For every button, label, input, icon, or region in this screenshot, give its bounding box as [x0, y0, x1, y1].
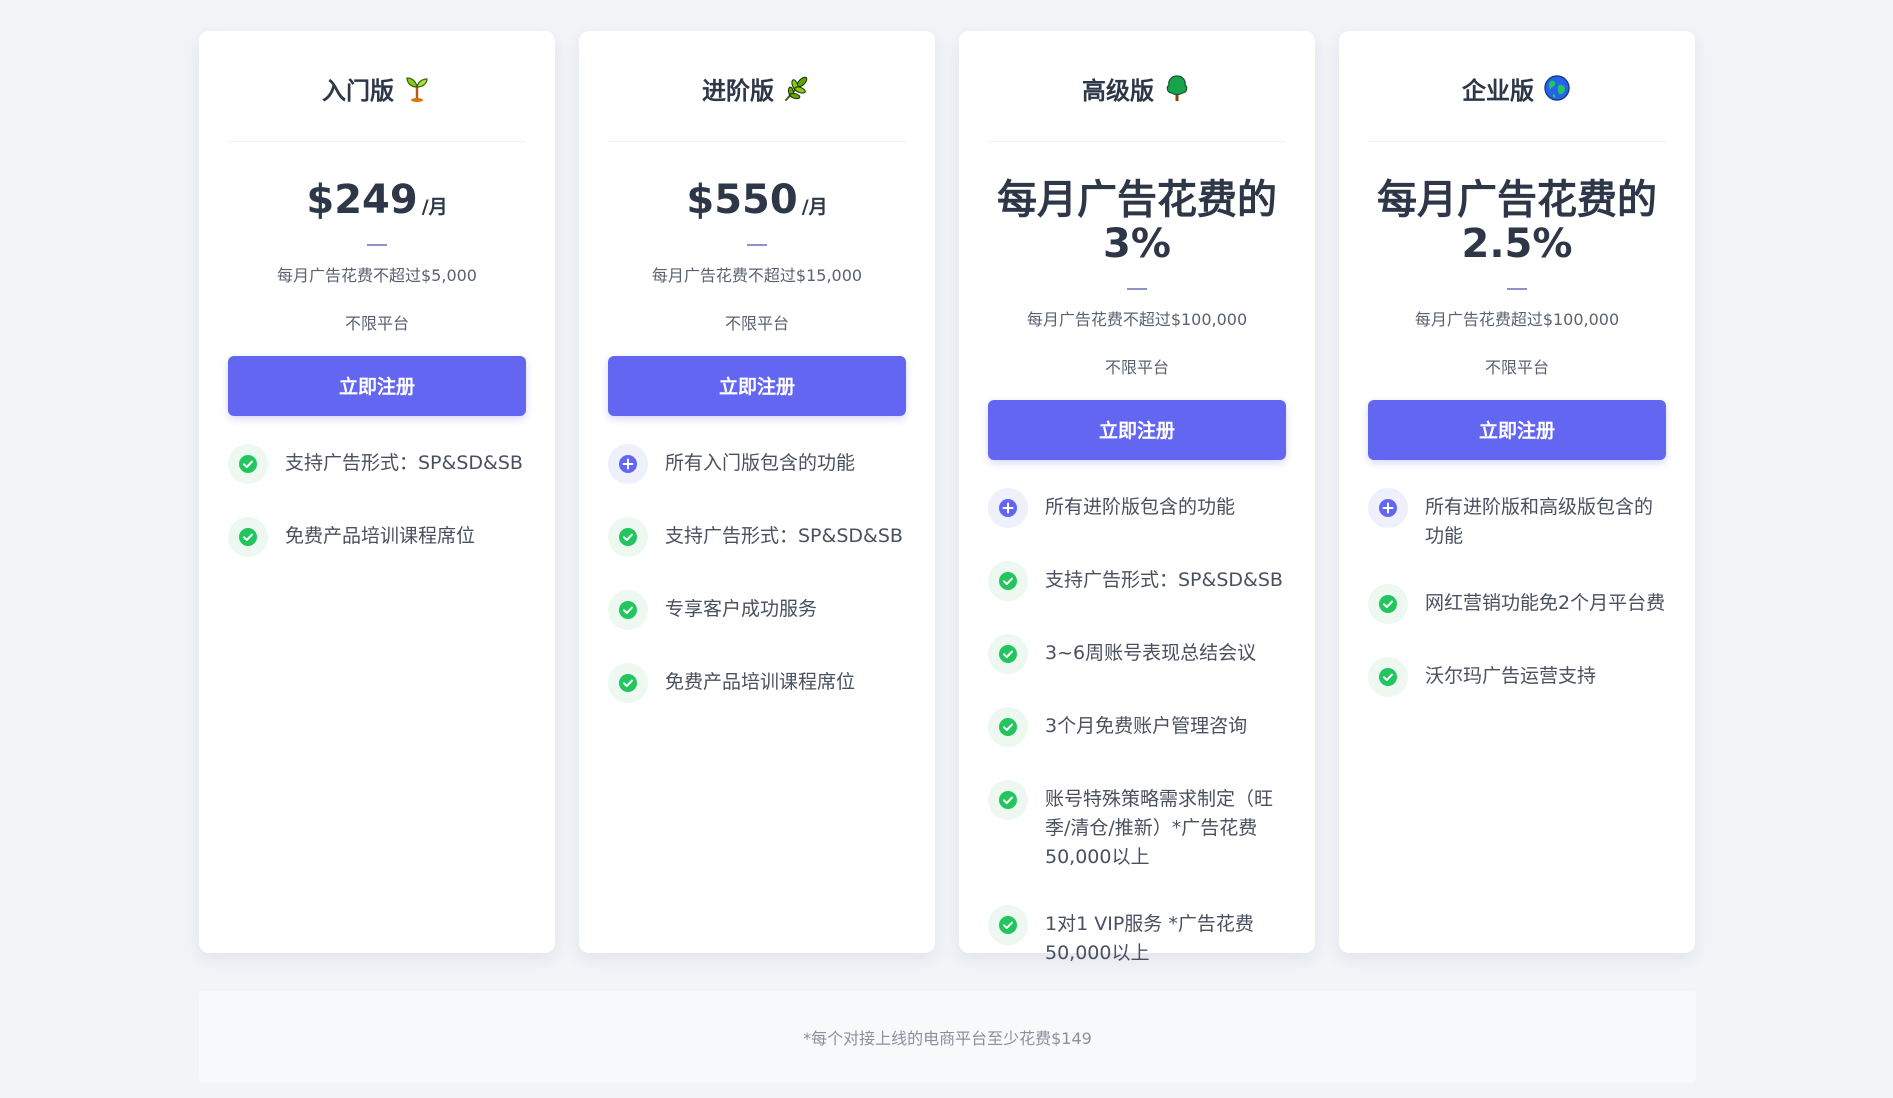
feature-text: 专享客户成功服务 — [665, 597, 818, 620]
feature-item: 账号特殊策略需求制定（旺季/清仓/推新）*广告花费50,000以上 — [988, 779, 1286, 872]
divider — [747, 244, 767, 246]
footer-note-box: *每个对接上线的电商平台至少花费$149 — [199, 991, 1696, 1083]
pricing-cards: 入门版 $249/月 每月广告花费不超过$5,000 不限平台 立即注册 支持广… — [199, 31, 1695, 964]
check-circle-icon — [228, 443, 268, 484]
globe-icon — [1542, 73, 1572, 103]
check-circle-icon — [1368, 583, 1408, 624]
spend-cap: 每月广告花费不超过$15,000 — [651, 265, 863, 285]
plan-name: 入门版 — [322, 76, 394, 105]
feature-item: 免费产品培训课程席位 — [608, 662, 906, 703]
platform-note: 不限平台 — [724, 313, 789, 333]
register-button[interactable]: 立即注册 — [228, 355, 526, 416]
plan-card-enterprise: 企业版 每月广告花费的2.5% 每月广告花费超过$100,000 不限平台 立即… — [1339, 31, 1695, 953]
spend-cap: 每月广告花费不超过$5,000 — [277, 265, 477, 285]
price-amount: $249 — [306, 177, 418, 223]
herb-icon — [782, 73, 812, 103]
plan-price: 每月广告花费的3% — [997, 177, 1277, 267]
plan-name: 高级版 — [1082, 76, 1154, 105]
check-circle-icon — [988, 560, 1028, 601]
feature-item: 支持广告形式：SP&SD&SB — [228, 443, 526, 484]
plan-header: 高级版 — [988, 31, 1286, 142]
plan-header: 进阶版 — [608, 31, 906, 142]
plan-header: 企业版 — [1368, 31, 1666, 142]
feature-item: 所有进阶版包含的功能 — [988, 487, 1286, 528]
feature-text: 支持广告形式：SP&SD&SB — [1045, 568, 1283, 591]
feature-text: 所有进阶版包含的功能 — [1045, 495, 1236, 518]
check-circle-icon — [988, 706, 1028, 747]
register-button[interactable]: 立即注册 — [608, 355, 906, 416]
feature-item: 网红营销功能免2个月平台费 — [1368, 583, 1666, 624]
plan-card-starter: 入门版 $249/月 每月广告花费不超过$5,000 不限平台 立即注册 支持广… — [199, 31, 555, 953]
feature-list: 所有进阶版和高级版包含的功能 网红营销功能免2个月平台费 沃尔玛广告运营支持 — [1368, 487, 1666, 697]
price-period: /月 — [421, 196, 448, 218]
feature-text: 3~6周账号表现总结会议 — [1045, 641, 1257, 664]
spend-cap: 每月广告花费超过$100,000 — [1414, 309, 1620, 329]
feature-text: 免费产品培训课程席位 — [665, 670, 856, 693]
platform-note: 不限平台 — [344, 313, 409, 333]
feature-text: 3个月免费账户管理咨询 — [1045, 714, 1248, 737]
footer-note: *每个对接上线的电商平台至少花费$149 — [803, 1029, 1092, 1048]
feature-item: 所有入门版包含的功能 — [608, 443, 906, 484]
plus-circle-icon — [1368, 487, 1408, 528]
feature-item: 专享客户成功服务 — [608, 589, 906, 630]
price-amount: $550 — [686, 177, 798, 223]
plan-price: $550/月 — [608, 178, 906, 222]
plus-circle-icon — [988, 487, 1028, 528]
plan-header: 入门版 — [228, 31, 526, 142]
divider — [1127, 288, 1147, 290]
feature-text: 所有进阶版和高级版包含的功能 — [1425, 495, 1654, 547]
plan-name: 企业版 — [1462, 76, 1534, 105]
feature-text: 网红营销功能免2个月平台费 — [1425, 591, 1666, 614]
feature-text: 免费产品培训课程席位 — [285, 524, 476, 547]
feature-text: 支持广告形式：SP&SD&SB — [285, 451, 523, 474]
tree-icon — [1162, 73, 1192, 103]
feature-item: 沃尔玛广告运营支持 — [1368, 656, 1666, 697]
feature-item: 支持广告形式：SP&SD&SB — [608, 516, 906, 557]
plan-price: $249/月 — [228, 178, 526, 222]
feature-text: 支持广告形式：SP&SD&SB — [665, 524, 903, 547]
check-circle-icon — [988, 633, 1028, 674]
plan-price: 每月广告花费的2.5% — [1377, 177, 1657, 267]
feature-item: 支持广告形式：SP&SD&SB — [988, 560, 1286, 601]
check-circle-icon — [988, 779, 1028, 820]
register-button[interactable]: 立即注册 — [1368, 399, 1666, 460]
feature-list: 支持广告形式：SP&SD&SB 免费产品培训课程席位 — [228, 443, 526, 557]
platform-note: 不限平台 — [1104, 357, 1169, 377]
check-circle-icon — [608, 516, 648, 557]
feature-item: 所有进阶版和高级版包含的功能 — [1368, 487, 1666, 551]
check-circle-icon — [608, 589, 648, 630]
register-button[interactable]: 立即注册 — [988, 399, 1286, 460]
feature-item: 3~6周账号表现总结会议 — [988, 633, 1286, 674]
platform-note: 不限平台 — [1484, 357, 1549, 377]
check-circle-icon — [1368, 656, 1408, 697]
check-circle-icon — [608, 662, 648, 703]
feature-text: 1对1 VIP服务 *广告花费50,000以上 — [1045, 912, 1254, 964]
price-period: /月 — [801, 196, 828, 218]
plan-name: 进阶版 — [702, 76, 774, 105]
feature-text: 沃尔玛广告运营支持 — [1425, 664, 1597, 687]
check-circle-icon — [988, 904, 1028, 945]
feature-item: 1对1 VIP服务 *广告花费50,000以上 — [988, 904, 1286, 968]
feature-text: 所有入门版包含的功能 — [665, 451, 856, 474]
feature-item: 免费产品培训课程席位 — [228, 516, 526, 557]
spend-cap: 每月广告花费不超过$100,000 — [1026, 309, 1248, 329]
plan-card-premium: 高级版 每月广告花费的3% 每月广告花费不超过$100,000 不限平台 立即注… — [959, 31, 1315, 964]
feature-text: 账号特殊策略需求制定（旺季/清仓/推新）*广告花费50,000以上 — [1045, 787, 1274, 868]
feature-list: 所有入门版包含的功能 支持广告形式：SP&SD&SB 专享客户成功服务 免费产品… — [608, 443, 906, 703]
plan-card-advanced: 进阶版 $550/月 每月广告花费不超过$15,000 不限平台 立即注册 所有… — [579, 31, 935, 953]
feature-list: 所有进阶版包含的功能 支持广告形式：SP&SD&SB 3~6周账号表现总结会议 … — [988, 487, 1286, 968]
divider — [367, 244, 387, 246]
plus-circle-icon — [608, 443, 648, 484]
check-circle-icon — [228, 516, 268, 557]
divider — [1507, 288, 1527, 290]
sprout-icon — [402, 73, 432, 103]
feature-item: 3个月免费账户管理咨询 — [988, 706, 1286, 747]
